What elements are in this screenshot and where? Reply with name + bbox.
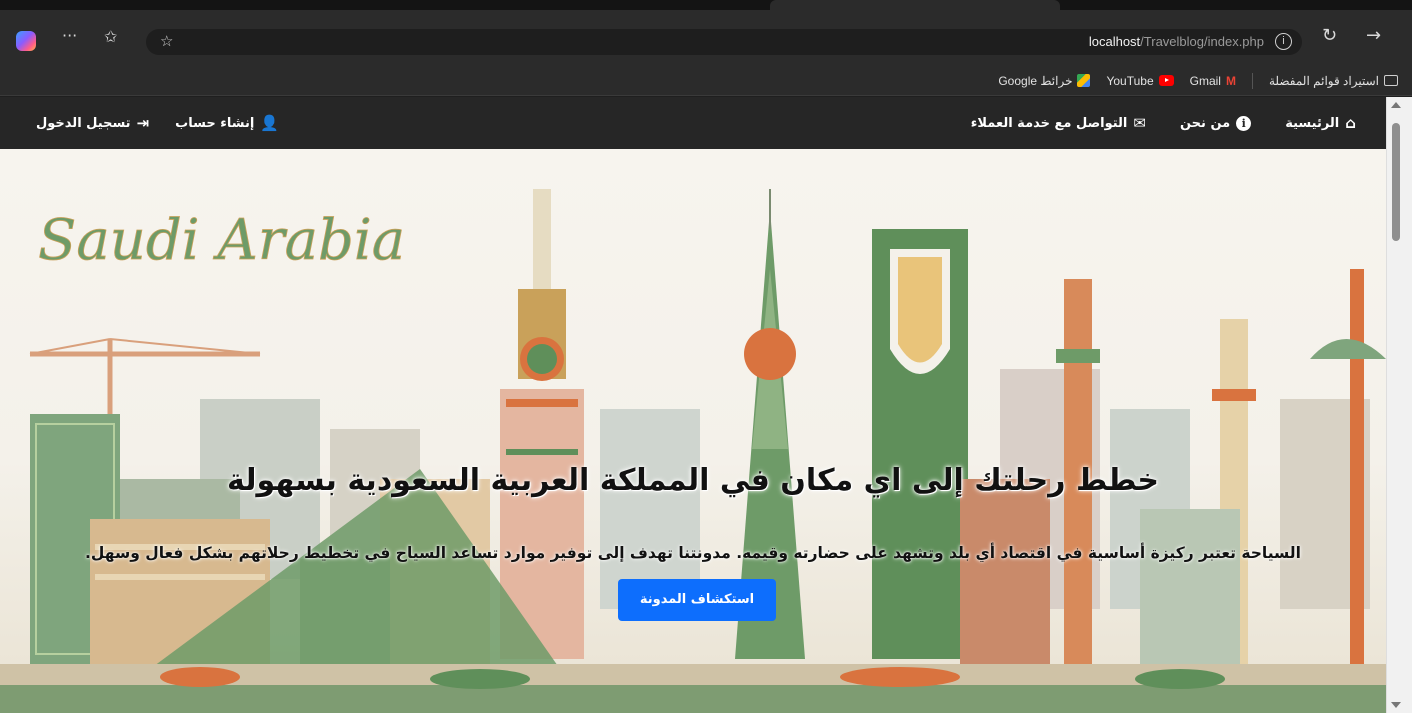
add-favorite-icon[interactable]: ☆ — [160, 32, 173, 50]
nav-contact-label: التواصل مع خدمة العملاء — [970, 115, 1128, 131]
bookmark-label: YouTube — [1106, 73, 1154, 88]
nav-home-label: الرئيسية — [1285, 115, 1340, 131]
bookmark-import-favorites[interactable]: استيراد قوائم المفضلة — [1263, 70, 1404, 92]
page-viewport: ⌂ الرئيسية i من نحن ✉ التواصل مع خدمة ال… — [0, 97, 1412, 713]
copilot-icon[interactable] — [16, 31, 36, 51]
hero-subtitle: السياحة تعتبر ركيزة أساسية في اقتصاد أي … — [85, 544, 1301, 562]
info-circle-icon: i — [1236, 115, 1252, 131]
nav-register-link[interactable]: 👤 إنشاء حساب — [175, 113, 279, 132]
site-info-icon[interactable]: i — [1275, 33, 1292, 50]
bookmark-gmail[interactable]: M Gmail — [1184, 70, 1242, 92]
scroll-up-arrow-icon[interactable] — [1391, 102, 1401, 108]
saudi-arabia-logo-text: Saudi Arabia — [38, 208, 405, 273]
folder-icon — [1384, 75, 1398, 86]
sign-in-icon: ⇥ — [136, 113, 150, 132]
refresh-icon[interactable]: ↻ — [1322, 26, 1337, 46]
nav-home-link[interactable]: ⌂ الرئيسية — [1285, 113, 1356, 132]
nav-contact-link[interactable]: ✉ التواصل مع خدمة العملاء — [970, 113, 1146, 132]
bookmarks-separator — [1251, 72, 1253, 89]
bookmark-label: استيراد قوائم المفضلة — [1268, 73, 1379, 88]
page-scrollbar[interactable] — [1386, 97, 1412, 713]
more-options-icon[interactable]: ··· — [62, 26, 77, 46]
address-url[interactable]: localhost/Travelblog/index.php — [1089, 34, 1264, 49]
address-bar[interactable]: ☆ localhost/Travelblog/index.php i — [146, 29, 1302, 55]
scroll-down-arrow-icon[interactable] — [1391, 702, 1401, 708]
active-tab[interactable] — [770, 0, 1060, 10]
bookmark-google-maps[interactable]: خرائط Google — [992, 70, 1096, 92]
tab-strip — [0, 0, 1412, 10]
forward-icon[interactable]: → — [1366, 26, 1381, 46]
gmail-icon: M — [1225, 73, 1236, 88]
envelope-icon: ✉ — [1133, 113, 1146, 132]
nav-about-link[interactable]: i من نحن — [1179, 115, 1252, 131]
bookmarks-bar: استيراد قوائم المفضلة M Gmail YouTube خر… — [0, 66, 1412, 96]
hero-title: خطط رحلتك إلى اي مكان في المملكة العربية… — [227, 463, 1159, 498]
youtube-icon — [1158, 75, 1174, 86]
bookmark-label: Gmail — [1189, 73, 1221, 88]
scrollbar-thumb[interactable] — [1392, 123, 1400, 241]
bookmark-youtube[interactable]: YouTube — [1100, 70, 1179, 92]
navbar-main-links: ⌂ الرئيسية i من نحن ✉ التواصل مع خدمة ال… — [971, 97, 1356, 149]
hero-skyline-illustration: Saudi Arabia — [0, 189, 1386, 713]
site-navbar: ⌂ الرئيسية i من نحن ✉ التواصل مع خدمة ال… — [0, 97, 1386, 149]
hero-section: Saudi Arabia خطط رحلتك إلى اي مكان في ال… — [0, 149, 1386, 713]
maps-icon — [1077, 74, 1091, 87]
nav-register-label: إنشاء حساب — [175, 115, 255, 131]
home-icon: ⌂ — [1345, 113, 1356, 132]
favorites-icon[interactable]: ✩ — [104, 27, 117, 47]
explore-blog-button[interactable]: استكشاف المدونة — [618, 579, 776, 621]
navbar-auth-links: 👤 إنشاء حساب ⇥ تسجيل الدخول — [36, 97, 279, 149]
nav-about-label: من نحن — [1179, 115, 1231, 131]
browser-toolbar: ··· ✩ ☆ localhost/Travelblog/index.php i… — [0, 10, 1412, 66]
user-plus-icon: 👤 — [260, 113, 279, 132]
nav-login-label: تسجيل الدخول — [36, 115, 131, 131]
bookmark-label: خرائط Google — [998, 73, 1073, 88]
nav-login-link[interactable]: ⇥ تسجيل الدخول — [36, 113, 150, 132]
